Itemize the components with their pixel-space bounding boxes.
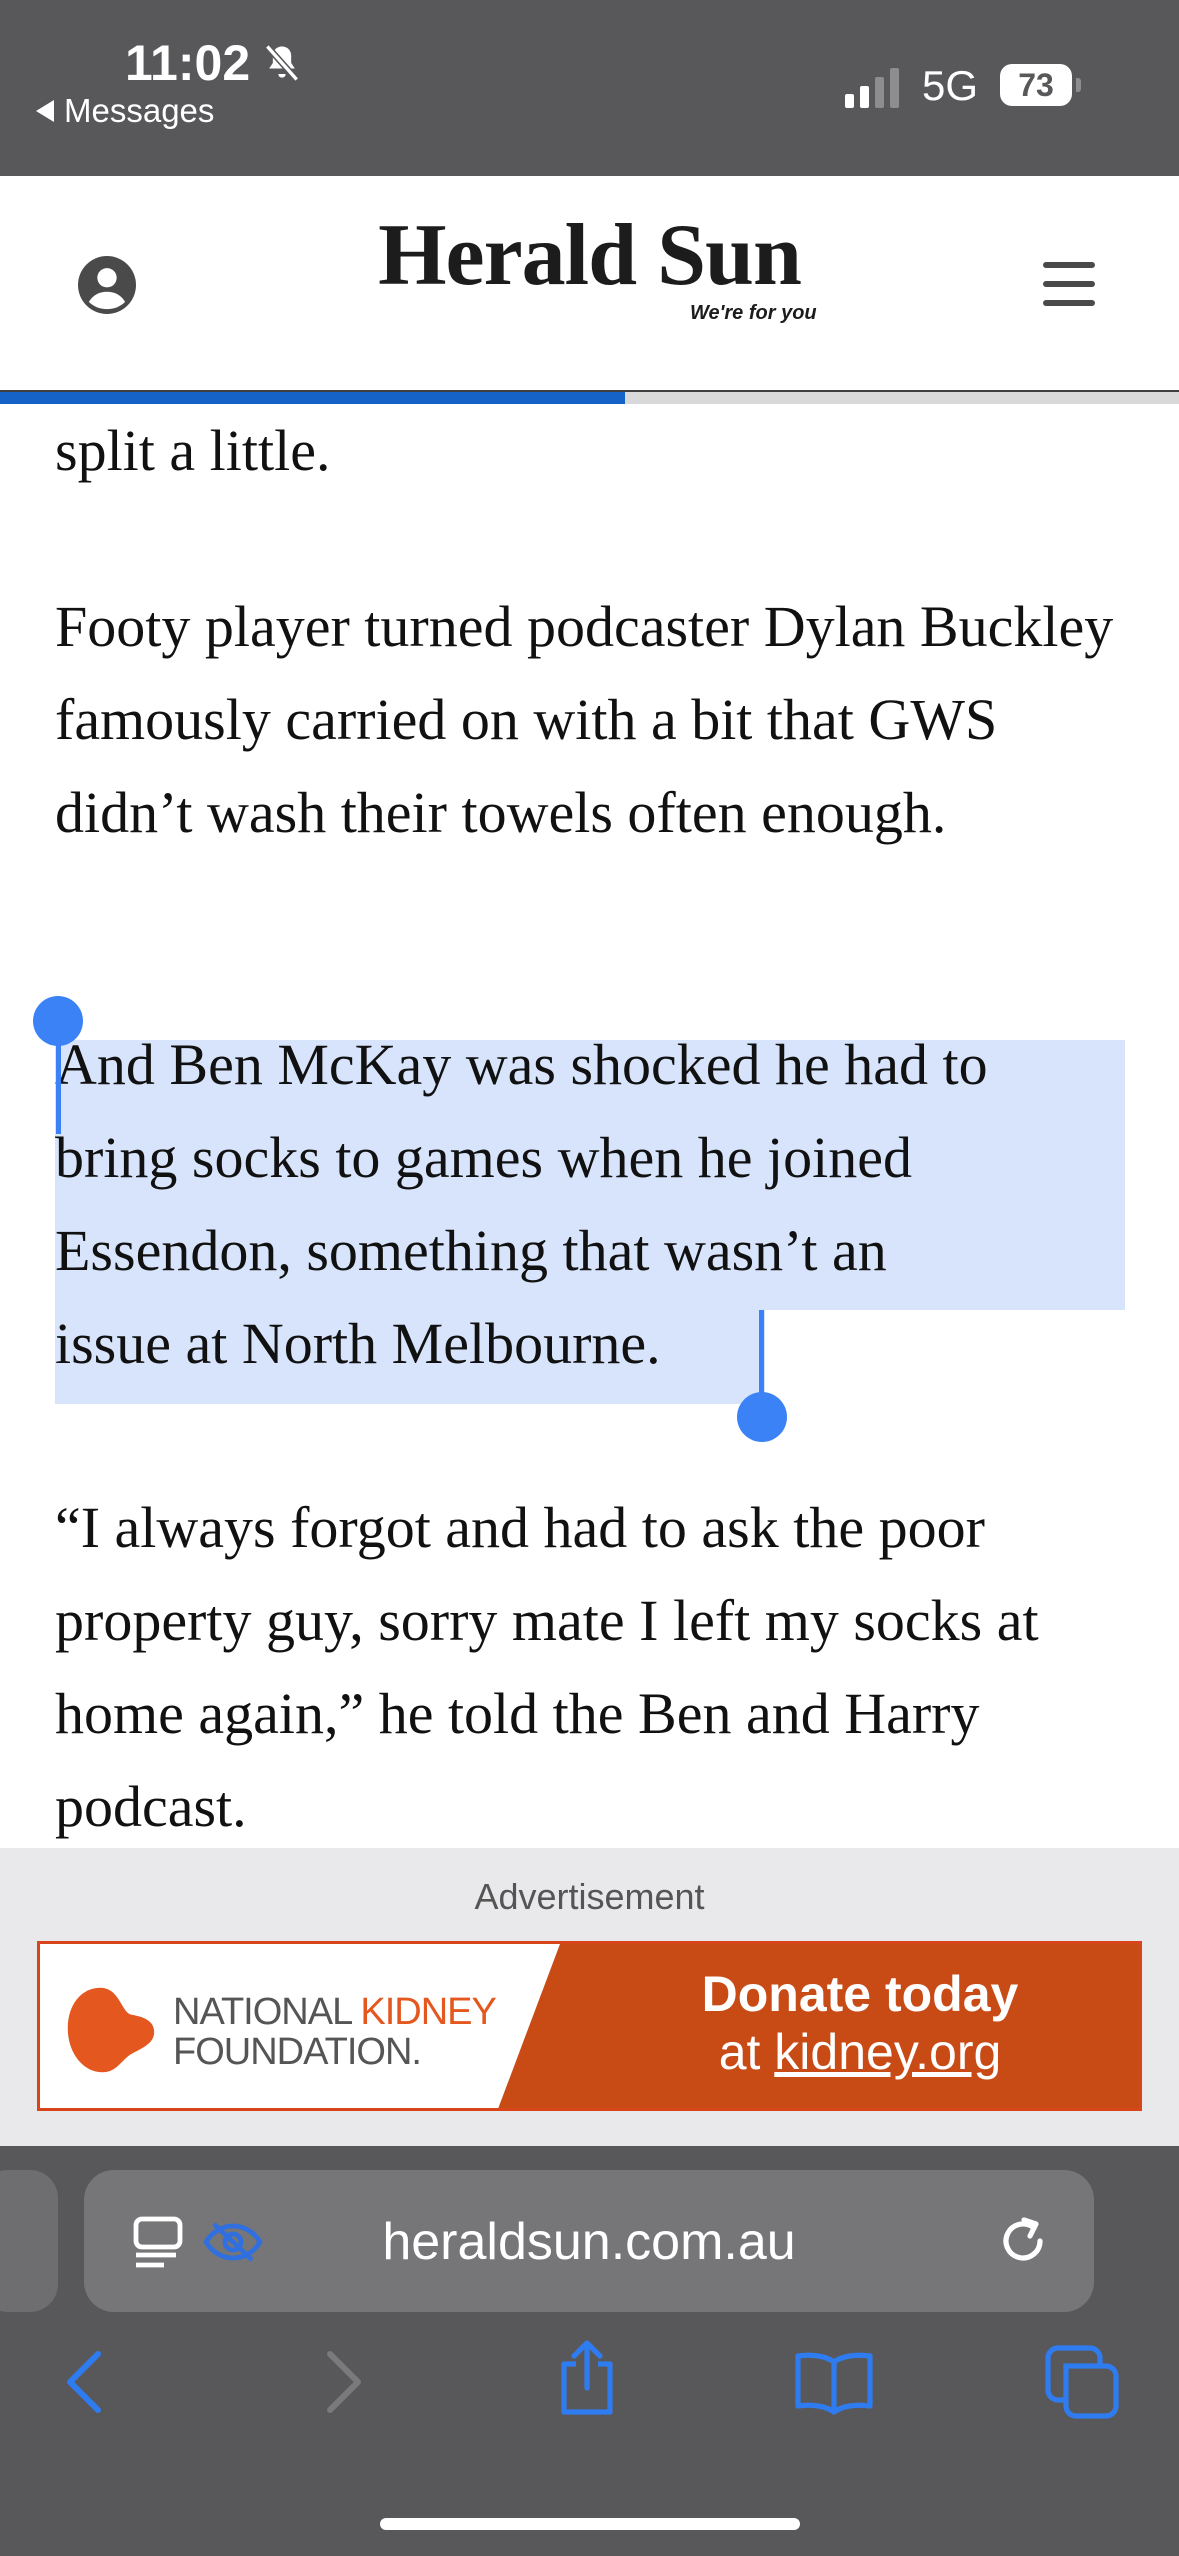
selected-paragraph[interactable]: And Ben McKay was shocked he had to brin… [55, 1018, 1135, 1390]
home-indicator[interactable] [380, 2518, 800, 2530]
ad-cta-line1: Donate today [701, 1966, 1019, 2022]
share-icon[interactable] [552, 2336, 622, 2420]
logo-tagline: We're for you [690, 302, 817, 324]
ad-org-name: NATIONAL KIDNEY FOUNDATION. [173, 1991, 497, 2073]
logo-title: Herald Sun [378, 207, 802, 304]
back-icon[interactable] [60, 2346, 110, 2418]
bookmarks-icon[interactable] [792, 2346, 876, 2418]
site-logo[interactable]: Herald Sun [0, 212, 1179, 300]
network-type: 5G [922, 62, 979, 109]
selected-line: Essendon, something that wasn’t an [55, 1218, 887, 1283]
reload-icon[interactable] [994, 2212, 1052, 2270]
hamburger-menu-icon[interactable] [1043, 262, 1095, 306]
cellular-signal-icon [845, 66, 899, 108]
ad-cta-link[interactable]: kidney.org [774, 2024, 1001, 2080]
ad-org-line1a: NATIONAL [173, 1991, 361, 2033]
tabs-icon[interactable] [1042, 2342, 1122, 2422]
status-bar: 11:02 Messages 5G 73 [0, 0, 1179, 176]
selected-line: And Ben McKay was shocked he had to [55, 1032, 988, 1097]
forward-icon[interactable] [318, 2346, 368, 2418]
ad-logo-panel: NATIONAL KIDNEY FOUNDATION. [40, 1944, 560, 2108]
reading-progress-fill [0, 392, 625, 404]
advertisement-area: Advertisement NATIONAL KIDNEY FOUNDATION… [0, 1848, 1179, 2146]
back-to-messages-label: Messages [64, 92, 215, 129]
advertisement-label: Advertisement [474, 1876, 705, 1917]
selected-line: bring socks to games when he joined [55, 1125, 912, 1190]
url-text: heraldsun.com.au [382, 2213, 796, 2271]
ad-org-line2: FOUNDATION. [173, 2031, 422, 2073]
selection-end-caret [759, 1310, 764, 1404]
ad-org-line1b: KIDNEY [360, 1991, 496, 2033]
back-to-messages[interactable]: Messages [36, 92, 214, 130]
kidney-logo-icon [67, 1987, 155, 2073]
battery-level: 73 [1018, 66, 1054, 103]
reading-progress-bar [0, 392, 1179, 404]
back-triangle-icon [36, 100, 54, 122]
selection-start-handle[interactable] [33, 996, 83, 1046]
article-paragraph: split a little. [55, 418, 331, 483]
ad-banner[interactable]: NATIONAL KIDNEY FOUNDATION. Donate today… [37, 1941, 1142, 2111]
address-bar[interactable]: heraldsun.com.au [84, 2170, 1094, 2312]
site-header: Herald Sun We're for you [0, 176, 1179, 393]
previous-tab-preview[interactable] [0, 2170, 58, 2312]
selection-start-caret [56, 1040, 61, 1134]
status-time-group: 11:02 [125, 34, 304, 92]
ad-cta: Donate today at kidney.org [600, 1966, 1120, 2082]
article-paragraph: “I always forgot and had to ask the poor… [55, 1495, 1039, 1839]
article-paragraph: Footy player turned podcaster Dylan Buck… [55, 594, 1114, 845]
silent-bell-icon [265, 44, 300, 82]
status-time: 11:02 [125, 35, 251, 91]
selection-end-handle[interactable] [737, 1392, 787, 1442]
ad-cta-prefix: at [718, 2024, 775, 2080]
selected-line: issue at North Melbourne. [55, 1311, 661, 1376]
battery-icon: 73 [1000, 64, 1081, 106]
